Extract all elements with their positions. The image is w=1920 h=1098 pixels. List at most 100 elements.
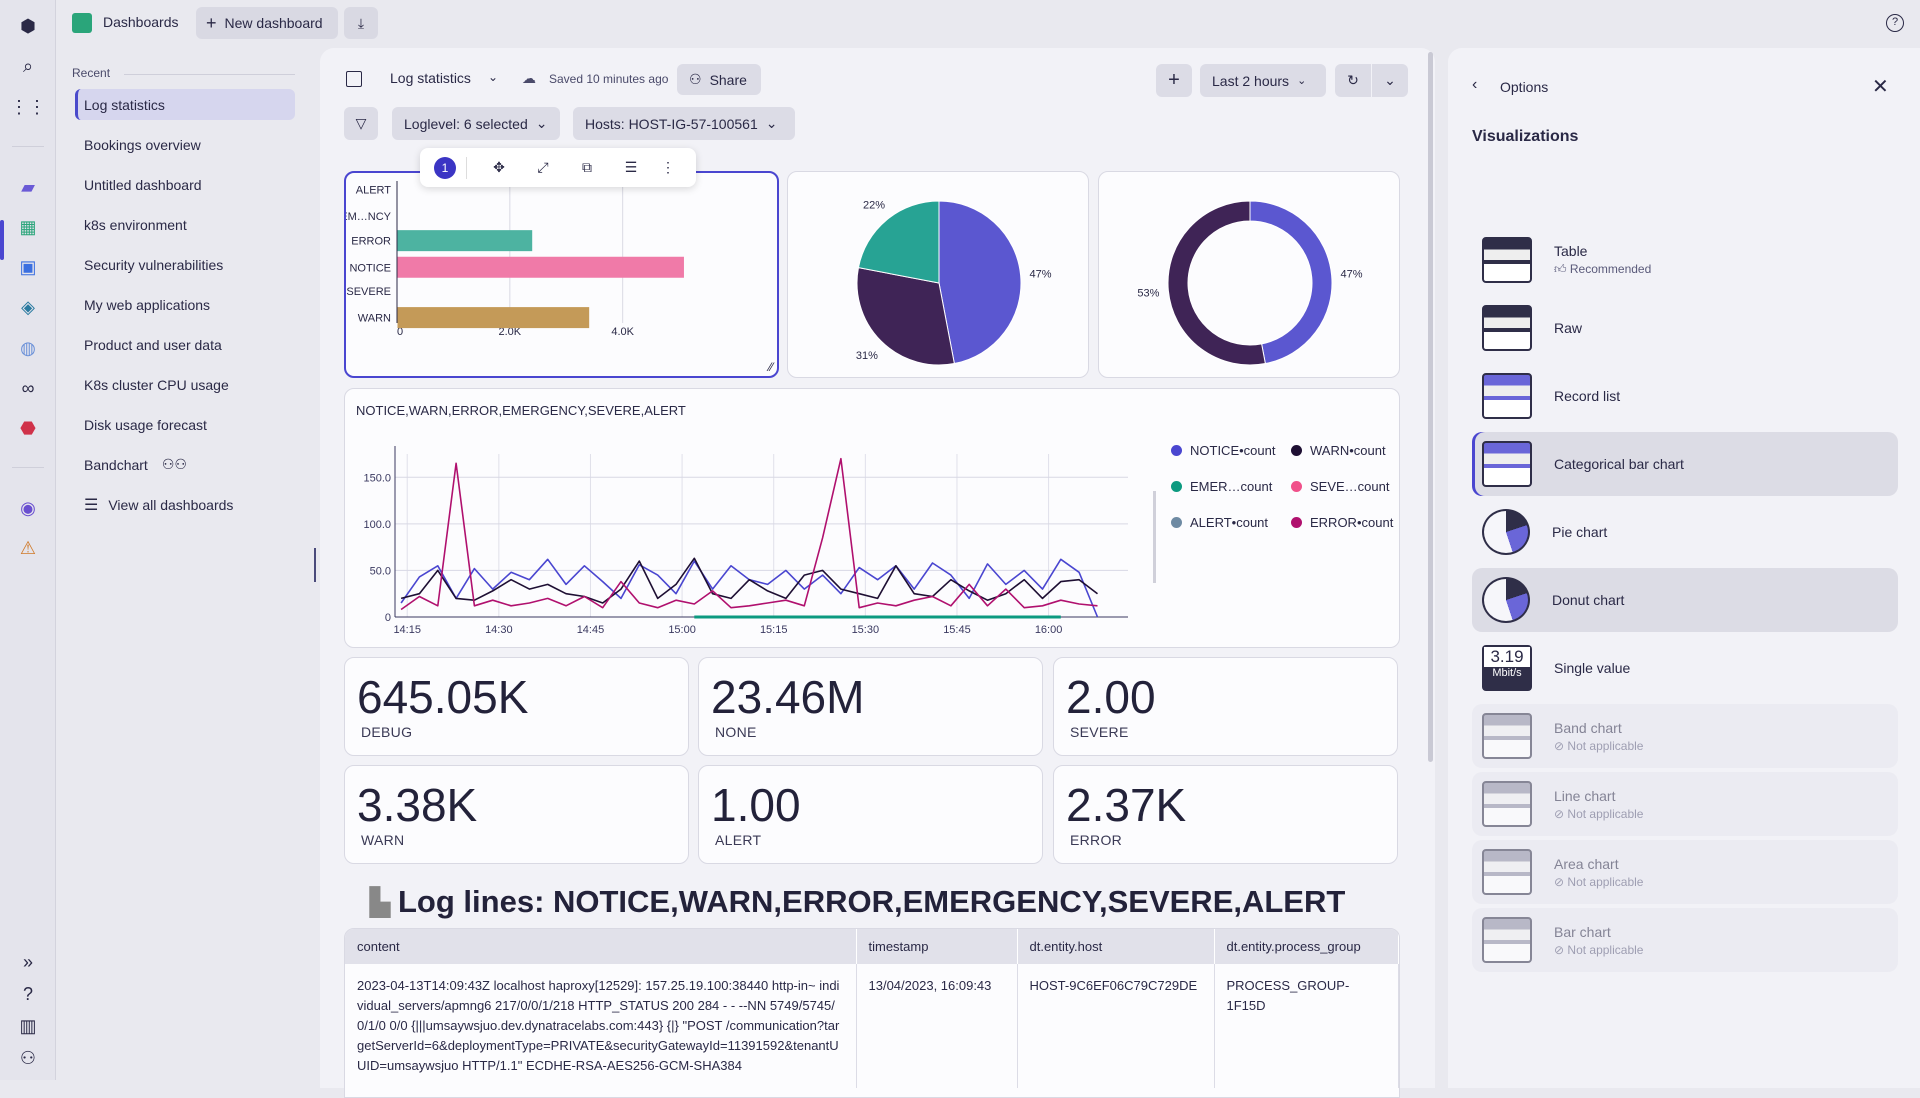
visualization-sublabel: ⊘ Not applicable [1554, 875, 1643, 889]
slice [1167, 200, 1266, 366]
single-value-tile[interactable]: 1.00 ALERT [698, 765, 1043, 864]
column-header-host[interactable]: dt.entity.host [1017, 929, 1215, 964]
plus-icon: + [206, 12, 217, 33]
apps-grid-icon[interactable]: ⋮⋮ [10, 93, 46, 121]
slice-label: 22% [863, 199, 885, 211]
refresh-options-button[interactable]: ⌄ [1372, 64, 1408, 97]
visualization-option[interactable]: Categorical bar chart [1472, 432, 1898, 496]
legend-item[interactable]: ALERT•count [1171, 515, 1268, 530]
cell-content: 2023-04-13T14:09:43Z localhost haproxy[1… [345, 964, 857, 1088]
column-header-timestamp[interactable]: timestamp [856, 929, 1018, 964]
close-icon[interactable]: ✕ [1872, 74, 1889, 99]
chevron-down-icon[interactable]: ⌄ [488, 70, 498, 84]
app-title: Dashboards [103, 14, 179, 30]
legend-label: SEVE…count [1310, 479, 1390, 494]
expand-icon[interactable]: » [14, 948, 42, 976]
donut-chart-icon [1482, 577, 1530, 623]
globe-icon[interactable]: ◍ [14, 334, 42, 362]
line-chart-tile[interactable]: NOTICE,WARN,ERROR,EMERGENCY,SEVERE,ALERT… [344, 388, 1400, 648]
timeframe-selector[interactable]: Last 2 hours ⌄ [1200, 64, 1326, 97]
add-tile-button[interactable]: + [1156, 64, 1192, 97]
sidebar-resize-handle[interactable] [314, 548, 316, 582]
canvas-scrollbar[interactable] [1428, 52, 1433, 762]
legend-scrollbar[interactable] [1153, 491, 1156, 583]
dashboards-app-icon[interactable]: ▦ [14, 213, 42, 241]
bar-chart-tile[interactable]: 02.0K4.0KALERTEM…NCYERRORNOTICESEVEREWAR… [340, 171, 779, 378]
single-value-tile[interactable]: 23.46M NONE [698, 657, 1043, 756]
area-chart-icon [1482, 849, 1532, 895]
sidebar-item-log-statistics[interactable]: Log statistics [75, 89, 295, 120]
user-icon[interactable]: ⚇ [14, 1044, 42, 1072]
donut-chart-tile[interactable]: 47% 53% [1098, 171, 1400, 378]
sidebar-item[interactable]: K8s cluster CPU usage [75, 369, 295, 400]
visualization-option[interactable]: Band chart ⊘ Not applicable [1472, 704, 1898, 768]
share-button[interactable]: ⚇ Share [677, 64, 761, 95]
visualization-option[interactable]: Line chart ⊘ Not applicable [1472, 772, 1898, 836]
help-icon[interactable]: ? [1886, 14, 1904, 32]
pie-chart-tile[interactable]: 47% 31% 22% [787, 171, 1089, 378]
sidebar-item[interactable]: My web applications [75, 289, 295, 320]
single-value-tile[interactable]: 2.00 SEVERE [1053, 657, 1398, 756]
app-icon-1[interactable]: ▰ [14, 173, 42, 201]
dashboard-title[interactable]: Log statistics [390, 70, 471, 86]
hosts-filter[interactable]: Hosts: HOST-IG-57-100561 ⌄ [573, 107, 795, 140]
sublabel-text: Not applicable [1567, 874, 1644, 889]
binoculars-icon[interactable]: ∞ [14, 374, 42, 402]
security-warning-icon[interactable]: ⚠ [14, 534, 42, 562]
sidebar-item[interactable]: Security vulnerabilities [75, 249, 295, 280]
filter-button[interactable]: ▽ [344, 107, 378, 140]
legend-item[interactable]: EMER…count [1171, 479, 1272, 494]
sidebar-item[interactable]: Bookings overview [75, 129, 295, 160]
help-icon[interactable]: ? [14, 980, 42, 1008]
visualization-option[interactable]: Pie chart [1472, 500, 1898, 564]
column-header-process-group[interactable]: dt.entity.process_group [1214, 929, 1399, 964]
x-tick-label: 15:00 [668, 624, 696, 636]
back-icon[interactable]: ‹ [1472, 76, 1477, 94]
legend-item[interactable]: SEVE…count [1291, 479, 1390, 494]
visualization-option[interactable]: Table 👍︎ Recommended [1472, 228, 1898, 292]
more-options-icon[interactable]: ⋮ [653, 159, 683, 176]
view-all-dashboards-link[interactable]: ☰ View all dashboards [75, 489, 295, 520]
visualization-option[interactable]: 3.19 Mbit/s Single value [1472, 636, 1898, 700]
search-icon[interactable]: ⌕ [14, 52, 42, 80]
single-value-tile[interactable]: 645.05K DEBUG [344, 657, 689, 756]
app-icon-4[interactable]: ◈ [14, 293, 42, 321]
single-value-tile[interactable]: 3.38K WARN [344, 765, 689, 864]
legend-item[interactable]: NOTICE•count [1171, 443, 1275, 458]
settings-sliders-icon[interactable]: ☰ [609, 159, 653, 176]
new-dashboard-button[interactable]: + New dashboard [196, 7, 338, 39]
toggle-sidebar-icon[interactable] [346, 71, 362, 87]
fullscreen-icon[interactable]: ⤢ [521, 159, 565, 176]
sidebar-item[interactable]: Product and user data [75, 329, 295, 360]
query-icon[interactable]: ◉ [14, 494, 42, 522]
sidebar-item[interactable]: Untitled dashboard [75, 169, 295, 200]
legend-item[interactable]: WARN•count [1291, 443, 1386, 458]
visualization-option[interactable]: Record list [1472, 364, 1898, 428]
single-value-tile[interactable]: 2.37K ERROR [1053, 765, 1398, 864]
legend-item[interactable]: ERROR•count [1291, 515, 1393, 530]
log-table: content timestamp dt.entity.host dt.enti… [344, 928, 1400, 1098]
download-button[interactable]: ⤓ [344, 7, 378, 39]
reports-icon[interactable]: ▥ [14, 1012, 42, 1040]
divider [124, 74, 295, 75]
options-back-link[interactable]: Options [1500, 79, 1548, 95]
sidebar-item[interactable]: k8s environment [75, 209, 295, 240]
app-icon-3[interactable]: ▣ [14, 253, 42, 281]
saved-status: Saved 10 minutes ago [549, 72, 669, 86]
dynatrace-logo-icon[interactable]: ⬢ [14, 12, 42, 40]
refresh-button[interactable]: ↻ [1335, 64, 1371, 97]
visualization-option[interactable]: Bar chart ⊘ Not applicable [1472, 908, 1898, 972]
column-header-content[interactable]: content [345, 929, 857, 964]
sidebar-item-bandchart[interactable]: Bandchart ⚇⚇ [75, 449, 295, 480]
visualization-option[interactable]: Raw [1472, 296, 1898, 360]
alert-icon[interactable]: ⬣ [14, 414, 42, 442]
loglevel-filter[interactable]: Loglevel: 6 selected ⌄ [392, 107, 560, 140]
x-tick-label: 14:45 [577, 624, 605, 636]
visualization-option[interactable]: Donut chart [1472, 568, 1898, 632]
legend-label: EMER…count [1190, 479, 1273, 494]
sidebar-item[interactable]: Disk usage forecast [75, 409, 295, 440]
visualization-option[interactable]: Area chart ⊘ Not applicable [1472, 840, 1898, 904]
duplicate-icon[interactable]: ⧉ [565, 159, 609, 176]
move-icon[interactable]: ✥ [477, 159, 521, 176]
resize-handle-icon[interactable]: ⁄⁄ [769, 360, 773, 374]
